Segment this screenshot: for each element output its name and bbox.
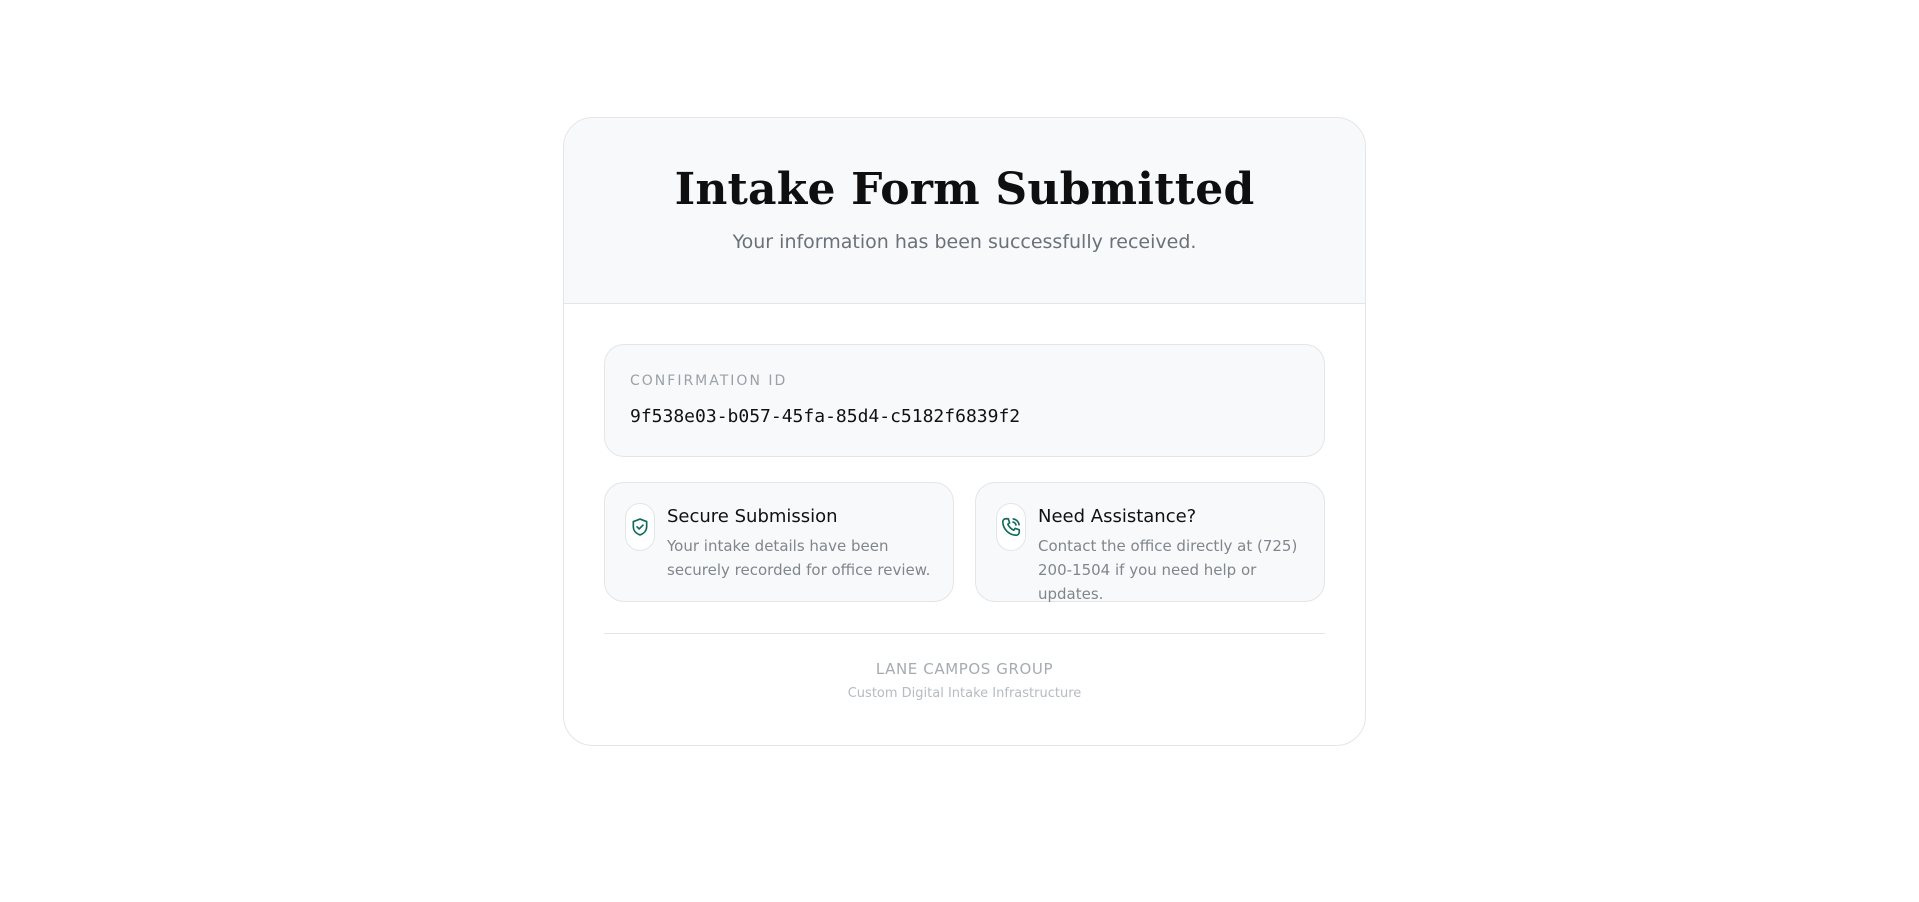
footer-tagline: Custom Digital Intake Infrastructure	[847, 686, 1082, 701]
secure-submission-title: Secure Submission	[667, 506, 838, 527]
need-assistance-description: Contact the office directly at (725) 200…	[1038, 537, 1298, 603]
footer: LANE CAMPOS GROUP Custom Digital Intake …	[604, 634, 1325, 703]
footer-organization: LANE CAMPOS GROUP	[875, 660, 1054, 678]
confirmation-id-label: CONFIRMATION ID	[630, 373, 788, 389]
confirmation-id-value[interactable]: 9f538e03-b057-45fa-85d4-c5182f6839f2	[630, 406, 1299, 428]
card-body: CONFIRMATION ID 9f538e03-b057-45fa-85d4-…	[564, 304, 1365, 703]
card-header: Intake Form Submitted Your information h…	[564, 118, 1365, 304]
need-assistance-card: Need Assistance? Contact the office dire…	[975, 482, 1325, 603]
secure-submission-description: Your intake details have been securely r…	[667, 537, 931, 579]
confirmation-card: Intake Form Submitted Your information h…	[563, 117, 1366, 746]
need-assistance-text: Need Assistance? Contact the office dire…	[1038, 503, 1304, 603]
info-cards: Secure Submission Your intake details ha…	[604, 482, 1325, 603]
secure-submission-card: Secure Submission Your intake details ha…	[604, 482, 954, 602]
page-title: Intake Form Submitted	[674, 164, 1255, 215]
secure-submission-text: Secure Submission Your intake details ha…	[667, 503, 933, 601]
confirmation-id-box: CONFIRMATION ID 9f538e03-b057-45fa-85d4-…	[604, 344, 1325, 457]
phone-icon	[996, 503, 1026, 551]
page-subtitle: Your information has been successfully r…	[732, 231, 1197, 253]
need-assistance-title: Need Assistance?	[1038, 506, 1197, 527]
shield-check-icon	[625, 503, 655, 551]
